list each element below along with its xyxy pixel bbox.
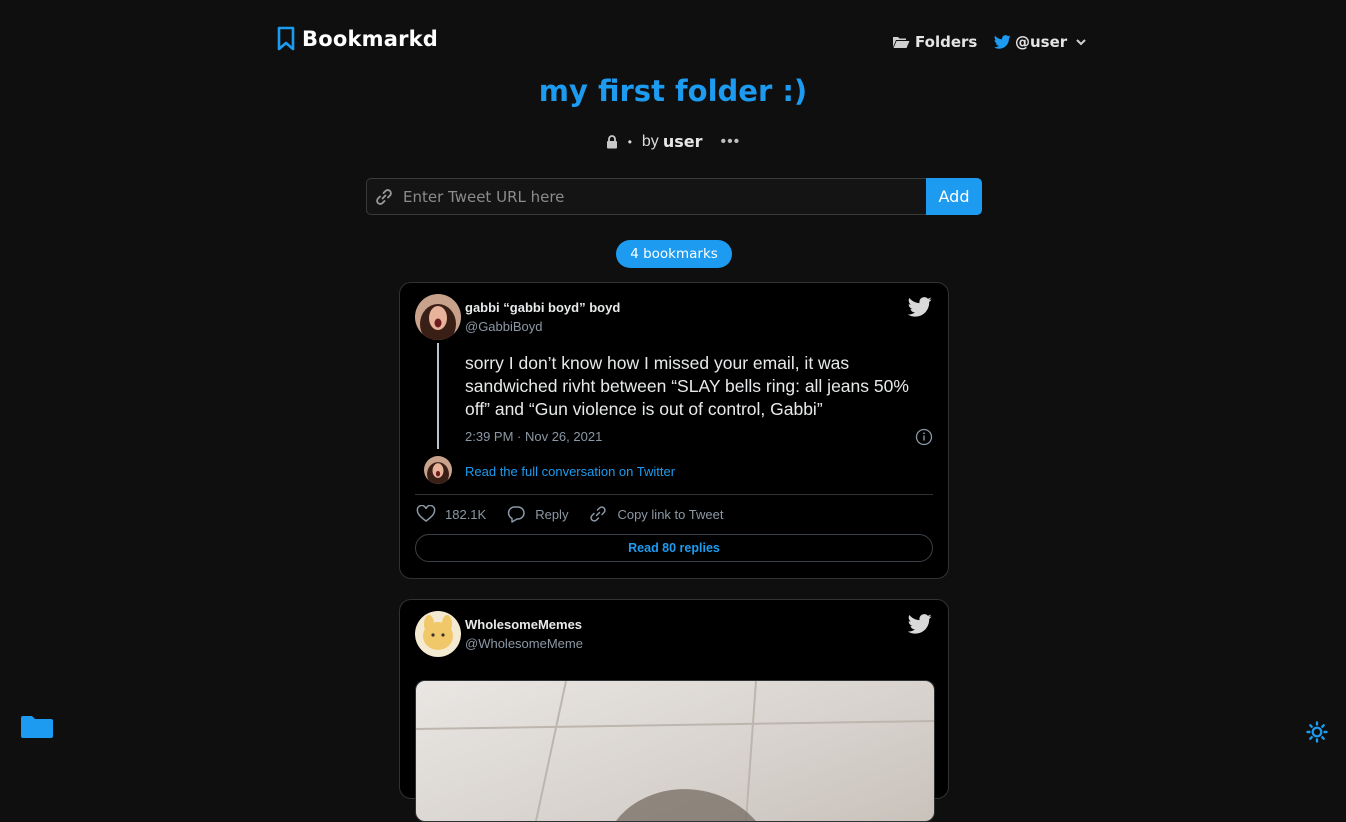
meta-separator: • — [627, 134, 632, 149]
nav-folders-link[interactable]: Folders — [892, 33, 977, 51]
twitter-icon[interactable] — [908, 297, 932, 317]
folder-title: my first folder :) — [538, 74, 808, 108]
tweet-timestamp[interactable]: 2:39 PM · Nov 26, 2021 — [465, 429, 602, 444]
tweet-card: gabbi “gabbi boyd” boyd @GabbiBoyd sorry… — [399, 282, 949, 579]
avatar[interactable] — [415, 294, 461, 340]
add-tweet-button[interactable]: Add — [926, 178, 982, 215]
brand-name: Bookmarkd — [302, 27, 439, 51]
author-handle[interactable]: @GabbiBoyd — [465, 319, 543, 334]
link-icon — [367, 188, 401, 206]
tile-floor-image — [416, 681, 934, 821]
user-menu-dropdown[interactable]: @user — [994, 33, 1087, 51]
tweet-card: WholesomeMemes @WholesomeMeme — [399, 599, 949, 822]
read-full-conversation-link[interactable]: Read the full conversation on Twitter — [465, 464, 675, 479]
copy-link-label: Copy link to Tweet — [617, 506, 724, 522]
info-icon[interactable] — [915, 428, 933, 446]
tweet-media-image[interactable] — [415, 680, 935, 822]
avatar[interactable] — [415, 611, 461, 657]
reply-label: Reply — [535, 506, 569, 522]
sun-icon — [1306, 721, 1328, 743]
tweet-url-input[interactable] — [401, 186, 926, 207]
twitter-icon[interactable] — [908, 614, 932, 634]
heart-icon — [416, 505, 436, 522]
folder-owner[interactable]: user — [663, 132, 703, 151]
lock-icon — [606, 134, 617, 148]
folder-icon — [21, 716, 53, 738]
like-count: 182.1K — [445, 506, 487, 522]
avatar — [424, 456, 452, 484]
link-icon — [590, 506, 607, 522]
divider — [415, 494, 933, 495]
read-replies-button[interactable]: Read 80 replies — [415, 534, 933, 562]
bookmark-count-badge: 4 bookmarks — [616, 240, 732, 268]
meta-by-label: by — [641, 132, 659, 150]
brand-logo[interactable]: Bookmarkd — [276, 26, 438, 52]
bookmark-icon — [277, 26, 295, 51]
like-button[interactable]: 182.1K — [416, 505, 486, 523]
reply-icon — [508, 506, 525, 523]
reply-button[interactable]: Reply — [506, 505, 568, 523]
copy-link-button[interactable]: Copy link to Tweet — [588, 505, 723, 523]
tweet-actions: 182.1K Reply Copy link to Tweet — [416, 505, 743, 523]
tweet-url-field — [366, 178, 926, 215]
chevron-down-icon — [1076, 39, 1086, 46]
author-name[interactable]: gabbi “gabbi boyd” boyd — [465, 300, 620, 315]
folders-floating-button[interactable] — [20, 714, 54, 745]
tweet-text: sorry I don’t know how I missed your ema… — [465, 353, 909, 419]
author-handle[interactable]: @WholesomeMeme — [465, 636, 583, 651]
nav-folders-label: Folders — [915, 33, 978, 51]
author-name[interactable]: WholesomeMemes — [465, 617, 582, 632]
folder-meta: • by user ••• — [0, 132, 1346, 151]
thread-line — [437, 343, 439, 449]
folder-open-icon — [893, 37, 910, 48]
twitter-icon — [994, 35, 1011, 49]
folder-more-options[interactable]: ••• — [720, 133, 740, 151]
user-menu-label: @user — [1015, 33, 1068, 51]
theme-toggle-button[interactable] — [1306, 721, 1328, 748]
